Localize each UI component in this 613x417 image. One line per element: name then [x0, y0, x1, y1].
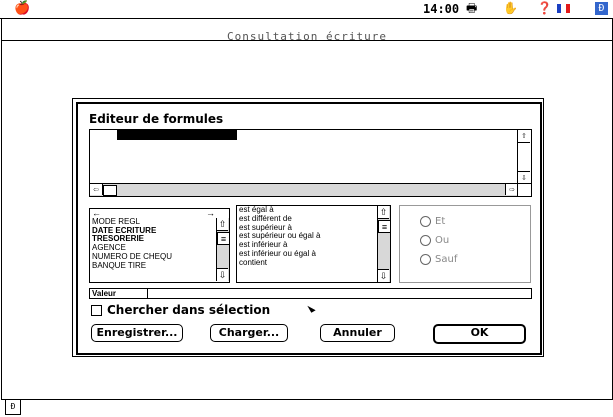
- scrollbar-corner: [517, 183, 531, 196]
- scroll-thumb[interactable]: ≡: [217, 232, 229, 245]
- menubar-clock: 14:00: [423, 2, 460, 16]
- operators-list-scrollbar[interactable]: ⇧ ≡ ⇩: [377, 206, 390, 282]
- arrow-left-icon[interactable]: ←: [92, 209, 101, 218]
- value-separator: [147, 289, 148, 298]
- save-button[interactable]: Enregistrer...: [91, 324, 183, 342]
- radio-sauf[interactable]: Sauf: [420, 254, 457, 265]
- scroll-left-icon[interactable]: ⇦: [90, 184, 103, 195]
- scroll-thumb[interactable]: ≡: [378, 220, 390, 233]
- radio-label: Sauf: [435, 254, 458, 265]
- value-label: Valeur: [92, 289, 117, 298]
- radio-label: Et: [435, 216, 446, 227]
- formula-text-area[interactable]: ⇧ ⇩ ⇦ ⇨: [89, 129, 532, 197]
- printer-icon[interactable]: 🖶: [466, 1, 477, 16]
- help-hand-icon[interactable]: ✋: [503, 1, 518, 16]
- load-button[interactable]: Charger...: [210, 324, 288, 342]
- radio-label: Ou: [435, 235, 450, 246]
- scroll-thumb[interactable]: [103, 185, 117, 196]
- formula-selection: [117, 130, 237, 140]
- formula-editor-dialog: Editeur de formules ⇧ ⇩ ⇦ ⇨ ← → MODE REG…: [72, 98, 544, 357]
- scroll-down-icon[interactable]: ⇩: [217, 268, 228, 281]
- checkbox-box[interactable]: [91, 304, 102, 316]
- window-title: Consultation écriture: [2, 19, 612, 43]
- app-menu-icon[interactable]: Ð: [595, 2, 608, 15]
- formula-vertical-scrollbar[interactable]: ⇧ ⇩: [517, 130, 531, 184]
- radio-et[interactable]: Et: [420, 216, 445, 227]
- list-item[interactable]: contient: [237, 258, 390, 268]
- question-icon[interactable]: ❓: [537, 1, 552, 16]
- arrow-right-icon[interactable]: →: [206, 209, 215, 218]
- dialog-title: Editeur de formules: [89, 112, 224, 126]
- scroll-up-icon[interactable]: ⇧: [518, 130, 530, 143]
- fields-list[interactable]: ← → MODE REGL DATE ECRITURE TRESORERIE A…: [89, 208, 230, 283]
- checkbox-label: Chercher dans sélection: [107, 303, 271, 317]
- operators-list[interactable]: est égal à est différent de est supérieu…: [236, 205, 391, 283]
- ok-button[interactable]: OK: [433, 324, 526, 344]
- apple-logo-icon[interactable]: 🍎: [14, 1, 30, 16]
- scroll-up-icon[interactable]: ⇧: [217, 218, 228, 231]
- value-field[interactable]: Valeur: [89, 288, 532, 299]
- fields-list-scrollbar[interactable]: ⇧ ≡ ⇩: [216, 218, 229, 281]
- radio-ou[interactable]: Ou: [420, 235, 449, 246]
- fields-list-header: ← →: [90, 209, 229, 218]
- menu-bar: 🍎 14:00 🖶 ✋ ❓ Ð: [0, 0, 613, 19]
- cancel-button[interactable]: Annuler: [320, 324, 395, 342]
- scroll-up-icon[interactable]: ⇧: [378, 206, 389, 219]
- search-in-selection-checkbox[interactable]: Chercher dans sélection: [91, 303, 270, 317]
- logic-radio-group: Et Ou Sauf: [399, 205, 531, 283]
- system-corner-icon[interactable]: Ð: [5, 399, 21, 415]
- formula-horizontal-scrollbar[interactable]: ⇦ ⇨: [90, 183, 518, 196]
- dialog-frame: Editeur de formules ⇧ ⇩ ⇦ ⇨ ← → MODE REG…: [76, 102, 542, 355]
- flag-icon[interactable]: [557, 4, 570, 13]
- scroll-down-icon[interactable]: ⇩: [378, 269, 389, 282]
- list-item[interactable]: BANQUE TIRE: [90, 261, 229, 271]
